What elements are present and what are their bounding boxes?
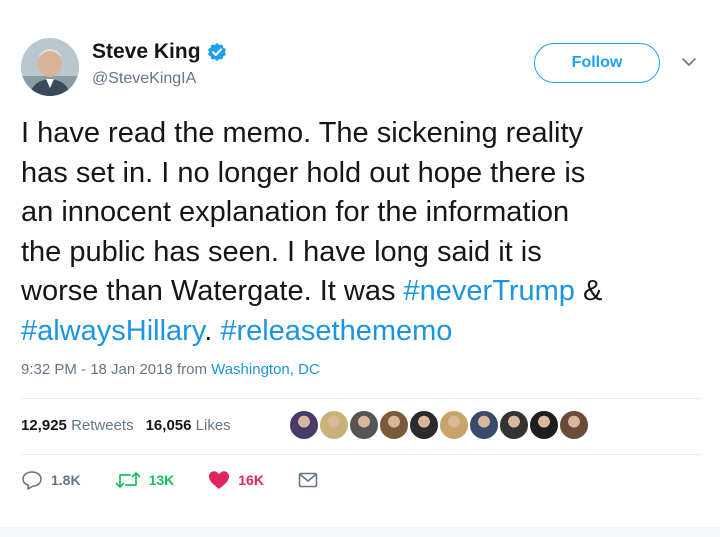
tweet-text-line: worse than Watergate. It was #neverTrump…: [21, 272, 711, 312]
user-name[interactable]: Steve King: [92, 40, 201, 64]
divider: [21, 454, 702, 455]
card-footer-band: [0, 527, 720, 537]
liker-avatar[interactable]: [468, 409, 500, 441]
tweet-stats: 12,925 Retweets 16,056 Likes: [21, 417, 231, 434]
tweet-text-segment: has set in. I no longer hold out hope th…: [21, 156, 586, 189]
liked-by-avatars: [288, 409, 590, 441]
tweet-text-segment: I have read the memo. The sickening real…: [21, 117, 584, 149]
likes-label: Likes: [195, 417, 231, 434]
tweet-text-line: I have read the memo. The sickening real…: [21, 114, 711, 154]
liker-avatar[interactable]: [378, 409, 410, 441]
tweet-text-segment: &: [574, 275, 603, 307]
hashtag-link[interactable]: #releasethememo: [220, 315, 452, 347]
retweet-button[interactable]: 13K: [115, 471, 175, 489]
retweet-count: 13K: [148, 472, 175, 488]
profile-photo: [21, 38, 79, 96]
tweet-card: Steve King @SteveKingIA Follow I have re…: [0, 0, 720, 537]
heart-icon: [208, 470, 230, 490]
liker-avatar[interactable]: [498, 409, 530, 441]
divider: [21, 398, 702, 399]
hashtag-link[interactable]: #alwaysHillary: [21, 315, 204, 347]
chevron-down-icon[interactable]: [681, 55, 697, 67]
direct-message-button[interactable]: [298, 472, 318, 488]
reply-icon: [21, 470, 43, 490]
envelope-icon: [298, 472, 318, 488]
user-name-row: Steve King: [92, 40, 227, 64]
hashtag-link[interactable]: #neverTrump: [404, 275, 575, 307]
liker-avatar[interactable]: [438, 409, 470, 441]
tweet-text-segment: an innocent explanation for the informat…: [21, 196, 570, 228]
liker-avatar[interactable]: [318, 409, 350, 441]
liker-avatar[interactable]: [528, 409, 560, 441]
verified-badge-icon: [207, 42, 227, 62]
retweets-label: Retweets: [71, 417, 134, 434]
liker-avatar[interactable]: [408, 409, 440, 441]
like-button[interactable]: 16K: [208, 470, 264, 490]
tweet-text-line: an innocent explanation for the informat…: [21, 193, 711, 233]
tweet-text: I have read the memo. The sickening real…: [21, 114, 711, 351]
reply-button[interactable]: 1.8K: [21, 470, 81, 490]
from-label: from: [176, 361, 207, 378]
tweet-text-segment: worse than Watergate. It was: [21, 275, 404, 307]
likes-count: 16,056: [145, 417, 192, 434]
tweet-text-line: has set in. I no longer hold out hope th…: [21, 154, 711, 194]
tweet-location[interactable]: Washington, DC: [211, 361, 320, 378]
tweet-text-line: the public has seen. I have long said it…: [21, 233, 711, 273]
liker-avatar[interactable]: [348, 409, 380, 441]
tweet-meta: 9:32 PM - 18 Jan 2018 from Washington, D…: [21, 361, 320, 378]
retweets-count: 12,925: [21, 417, 67, 434]
likes-stat[interactable]: 16,056 Likes: [146, 417, 231, 434]
user-handle[interactable]: @SteveKingIA: [92, 70, 196, 88]
tweet-text-line: #alwaysHillary. #releasethememo: [21, 312, 711, 352]
follow-button[interactable]: Follow: [534, 43, 660, 83]
avatar[interactable]: [21, 38, 79, 96]
like-count: 16K: [238, 472, 264, 488]
reply-count: 1.8K: [51, 472, 81, 488]
liker-avatar[interactable]: [558, 409, 590, 441]
tweet-actions: 1.8K 13K 16K: [21, 470, 352, 490]
liker-avatar[interactable]: [288, 409, 320, 441]
tweet-text-segment: the public has seen. I have long said it…: [21, 235, 542, 268]
retweets-stat[interactable]: 12,925 Retweets: [21, 417, 134, 434]
tweet-text-segment: .: [204, 314, 221, 347]
retweet-icon: [115, 471, 141, 489]
tweet-timestamp[interactable]: 9:32 PM - 18 Jan 2018: [21, 361, 173, 378]
